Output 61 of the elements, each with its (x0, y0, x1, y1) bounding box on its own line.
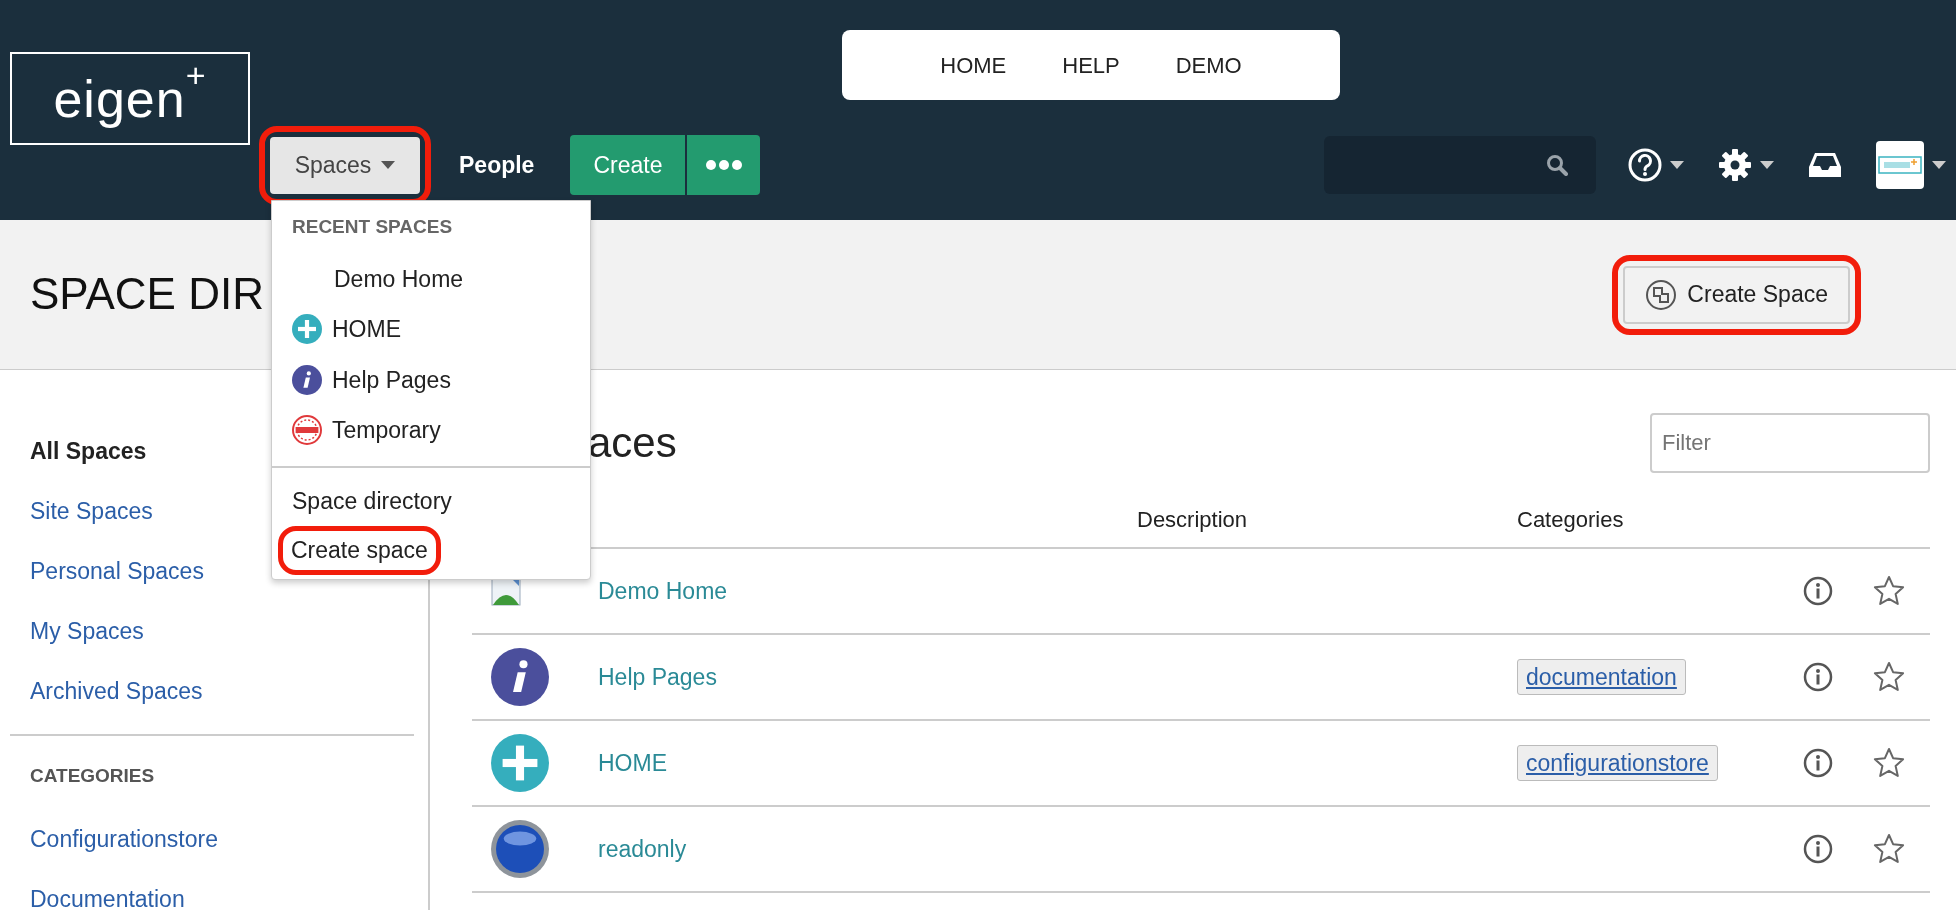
page-title: SPACE DIR (30, 268, 264, 321)
create-button[interactable]: Create (570, 135, 686, 195)
space-link[interactable]: HOME (598, 749, 667, 776)
people-link[interactable]: People (459, 147, 535, 183)
category-tag[interactable]: documentation (1517, 658, 1686, 696)
menu-item[interactable]: HOME (272, 304, 590, 355)
menu-heading: RECENT SPACES (291, 215, 454, 239)
info-icon[interactable] (1803, 748, 1833, 778)
info-icon (491, 648, 549, 706)
menu-item[interactable]: Create space (283, 531, 436, 570)
help-icon (1628, 148, 1662, 182)
caret-icon (1932, 161, 1946, 169)
info-icon[interactable] (1803, 834, 1833, 864)
category-link[interactable]: Configurationstore (0, 822, 428, 882)
caret-icon (1760, 161, 1774, 169)
more-button[interactable] (687, 135, 761, 195)
space-icon (1645, 278, 1678, 311)
star-icon[interactable] (1873, 575, 1905, 607)
star-icon[interactable] (1873, 661, 1905, 693)
user-menu-button[interactable] (1876, 141, 1946, 189)
spaces-dropdown-button[interactable]: Spaces (270, 136, 420, 194)
plus-icon (292, 314, 322, 345)
create-space-button[interactable]: Create Space (1623, 265, 1850, 324)
sidebar-link[interactable]: Archived Spaces (0, 674, 428, 734)
filter-field[interactable]: Filter (1650, 413, 1930, 473)
caret-icon (381, 161, 396, 169)
menu-item[interactable]: Help Pages (272, 354, 590, 405)
section-heading: aces (588, 417, 677, 468)
sidebar-heading: CATEGORIES (29, 764, 156, 788)
column-header: Description (1137, 507, 1248, 532)
top-nav-link[interactable]: HELP (1062, 48, 1120, 82)
category-link[interactable]: Documentation (0, 882, 428, 910)
search-field[interactable] (1324, 136, 1596, 194)
info-icon (292, 364, 322, 395)
logo[interactable]: eigen$^{+}$ (10, 52, 250, 145)
column-header: Categories (1517, 507, 1624, 532)
star-icon[interactable] (1873, 833, 1905, 865)
menu-item[interactable]: Temporary (272, 405, 590, 456)
space-link[interactable]: readonly (598, 835, 687, 862)
space-link[interactable]: Demo Home (598, 577, 728, 604)
plus-icon (491, 734, 549, 792)
inbox-icon[interactable] (1808, 151, 1842, 179)
search-icon (1546, 154, 1568, 176)
info-icon[interactable] (1803, 662, 1833, 692)
space-link[interactable]: Help Pages (598, 663, 717, 690)
round-badge-icon (491, 820, 549, 878)
ellipsis-icon (705, 160, 742, 170)
sidebar-link[interactable]: My Spaces (0, 614, 428, 674)
settings-icon (1718, 148, 1752, 182)
settings-menu-button[interactable] (1718, 148, 1774, 182)
top-nav-link[interactable]: DEMO (1175, 48, 1242, 82)
info-icon[interactable] (1803, 576, 1833, 606)
top-nav-link[interactable]: HOME (940, 48, 1007, 82)
menu-item[interactable]: Space directory (272, 475, 472, 526)
avatar-icon (1876, 141, 1924, 189)
caret-icon (1670, 161, 1684, 169)
star-icon[interactable] (1873, 747, 1905, 779)
menu-item[interactable]: Demo Home (272, 253, 590, 304)
stamp-icon (292, 415, 322, 446)
help-menu-button[interactable] (1628, 148, 1684, 182)
category-tag[interactable]: configurationstore (1517, 744, 1718, 782)
